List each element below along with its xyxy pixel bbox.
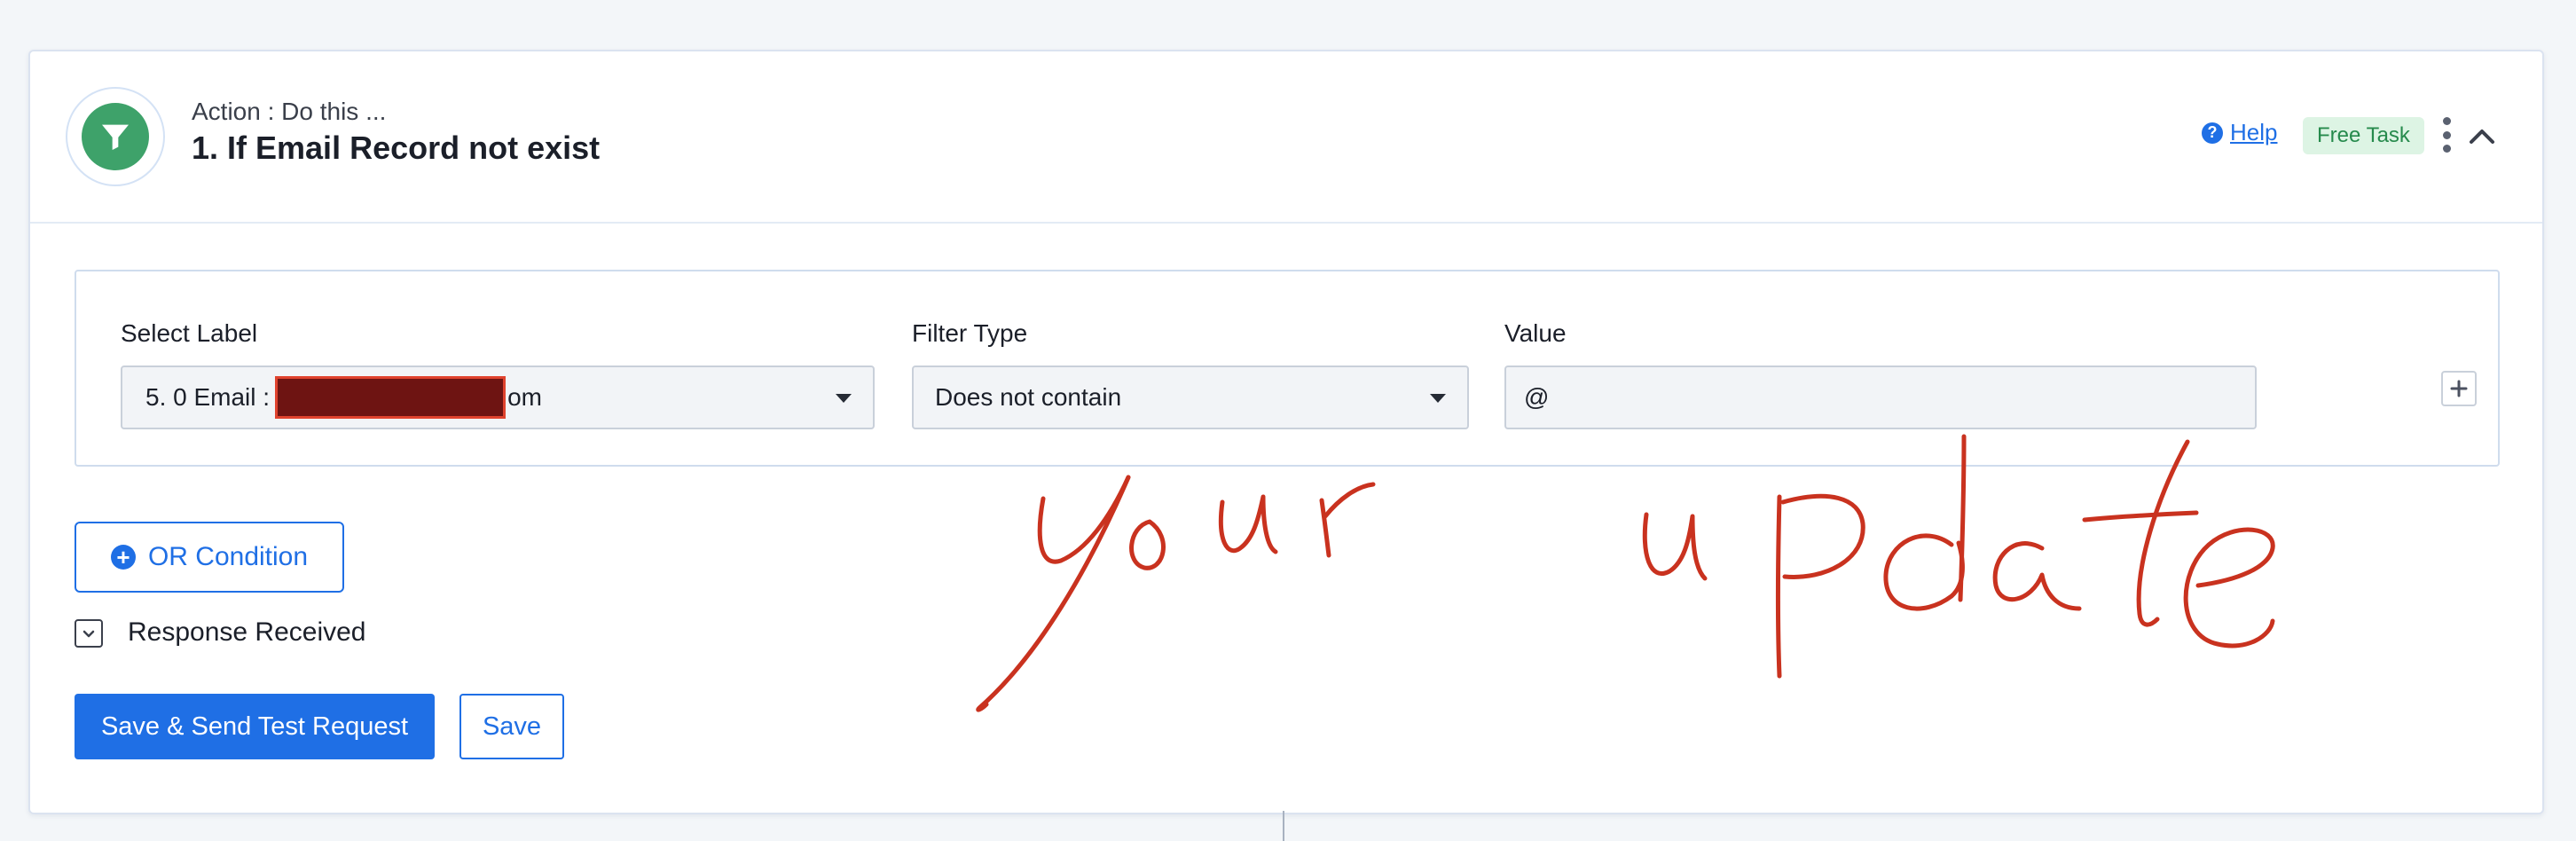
response-received-label: Response Received: [128, 617, 366, 647]
action-card: Action : Do this ... 1. If Email Record …: [28, 50, 2544, 814]
filter-type-dropdown[interactable]: Does not contain: [912, 365, 1469, 429]
filter-condition-row: Select Label 5. 0 Email : om Filter Type…: [75, 270, 2500, 467]
select-label-heading: Select Label: [121, 319, 258, 347]
value-heading: Value: [1504, 319, 1567, 347]
redaction-box: [275, 376, 507, 419]
select-label-suffix: om: [507, 383, 542, 411]
card-header: Action : Do this ... 1. If Email Record …: [30, 51, 2542, 224]
action-title: 1. If Email Record not exist: [192, 130, 601, 166]
plus-icon: [2450, 380, 2468, 397]
select-label-prefix: 5. 0 Email :: [145, 383, 271, 411]
caret-down-icon: [836, 394, 852, 403]
value-input-text: @: [1524, 383, 1550, 411]
chevron-down-icon: [82, 630, 95, 638]
response-expand-toggle[interactable]: [75, 619, 103, 648]
flow-connector-line: [1283, 811, 1284, 841]
caret-down-icon: [1430, 394, 1446, 403]
value-input[interactable]: @: [1504, 365, 2257, 429]
action-subtitle: Action : Do this ...: [192, 98, 387, 125]
filter-icon: [82, 103, 149, 170]
chevron-up-icon[interactable]: [2464, 119, 2500, 154]
save-send-test-button[interactable]: Save & Send Test Request: [75, 694, 435, 759]
more-options-icon[interactable]: [2438, 117, 2455, 153]
save-button[interactable]: Save: [459, 694, 564, 759]
help-label: Help: [2230, 119, 2278, 145]
or-condition-label: OR Condition: [147, 542, 309, 571]
question-circle-icon: ?: [2202, 122, 2223, 144]
add-condition-button[interactable]: [2441, 371, 2477, 406]
help-link[interactable]: ? Help: [2202, 119, 2277, 146]
free-task-badge: Free Task: [2303, 117, 2424, 154]
or-condition-button[interactable]: + OR Condition: [75, 522, 344, 593]
step-icon-ring: [66, 87, 165, 186]
filter-type-value: Does not contain: [935, 383, 1122, 411]
filter-type-heading: Filter Type: [912, 319, 1028, 347]
plus-circle-icon: +: [110, 545, 136, 570]
select-label-dropdown[interactable]: 5. 0 Email : om: [121, 365, 875, 429]
